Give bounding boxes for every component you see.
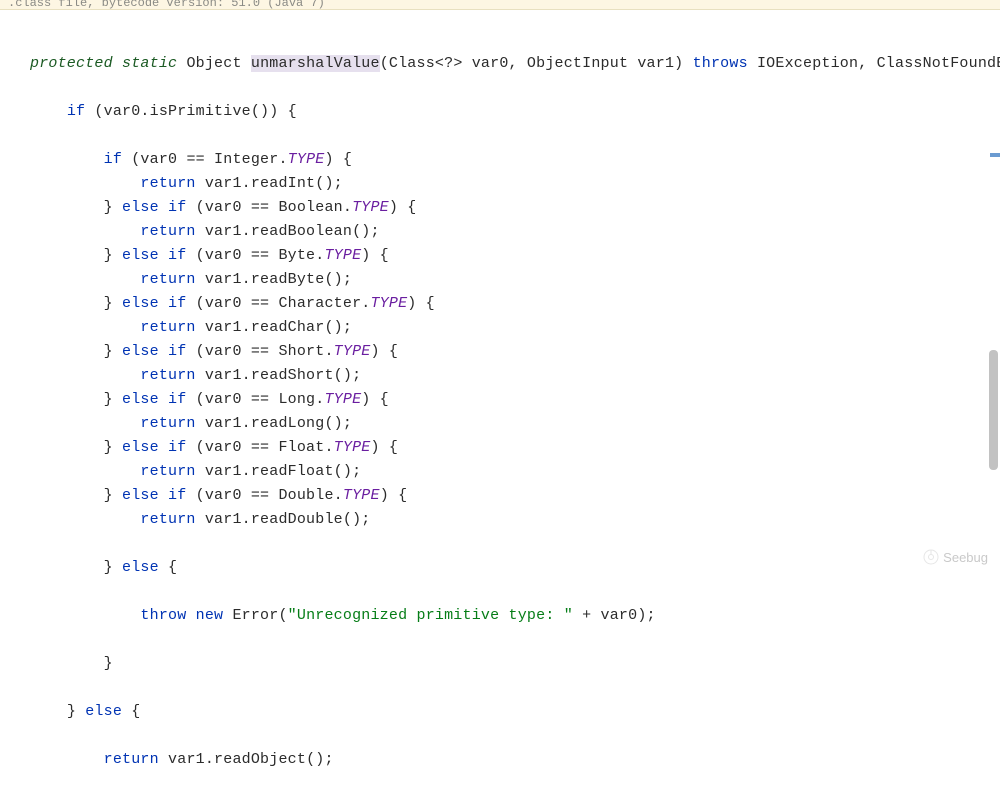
gutter-marker [990,153,1000,157]
code-editor[interactable]: protected static Object unmarshalValue(C… [0,10,1000,796]
code-line: return var1.readObject(); [0,748,1000,772]
code-line: throw new Error("Unrecognized primitive … [0,604,1000,628]
code-line: return var1.readByte(); [0,268,1000,292]
code-line: return var1.readBoolean(); [0,220,1000,244]
code-line: protected static Object unmarshalValue(C… [0,52,1000,76]
code-line: } else if (var0 == Short.TYPE) { [0,340,1000,364]
code-line: } else { [0,556,1000,580]
seebug-icon [923,549,939,565]
code-line: } else { [0,700,1000,724]
code-line: } else if (var0 == Double.TYPE) { [0,484,1000,508]
code-line: } else if (var0 == Character.TYPE) { [0,292,1000,316]
code-line: } else if (var0 == Byte.TYPE) { [0,244,1000,268]
code-line: } else if (var0 == Float.TYPE) { [0,436,1000,460]
decompiler-banner: .class file, bytecode version: 51.0 (Jav… [0,0,1000,10]
code-line: } else if (var0 == Boolean.TYPE) { [0,196,1000,220]
code-line: return var1.readChar(); [0,316,1000,340]
code-line: return var1.readShort(); [0,364,1000,388]
vertical-scrollbar[interactable] [989,350,998,470]
code-line: return var1.readDouble(); [0,508,1000,532]
watermark: Seebug [923,549,988,565]
method-name: unmarshalValue [251,55,380,72]
code-line: return var1.readLong(); [0,412,1000,436]
code-line: if (var0 == Integer.TYPE) { [0,148,1000,172]
code-line: } [0,652,1000,676]
code-line: if (var0.isPrimitive()) { [0,100,1000,124]
code-line: return var1.readInt(); [0,172,1000,196]
code-line: } else if (var0 == Long.TYPE) { [0,388,1000,412]
code-line: return var1.readFloat(); [0,460,1000,484]
